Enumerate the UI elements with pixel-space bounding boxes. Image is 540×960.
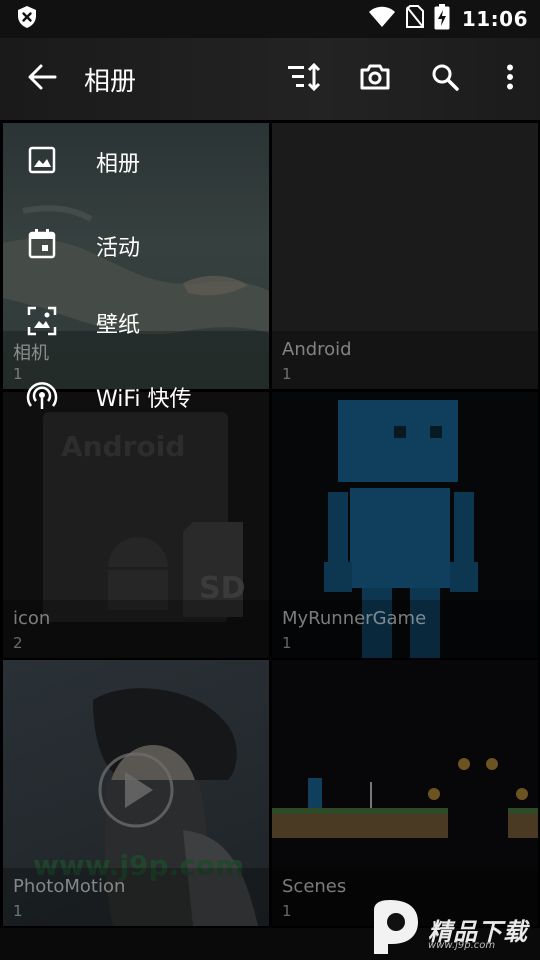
- j9p-logo-icon: [368, 898, 422, 960]
- image-icon: [28, 146, 56, 178]
- wifi-transfer-icon: [26, 380, 58, 414]
- sort-icon: [288, 62, 322, 95]
- site-watermark: 精品下载 www.j9p.com: [368, 898, 536, 960]
- album-name: Scenes: [282, 876, 347, 897]
- camera-icon: [359, 63, 391, 95]
- navigation-menu: 相册 活动 壁纸 WiFi 快传: [0, 120, 540, 440]
- back-button[interactable]: [0, 38, 84, 120]
- more-vert-icon: [506, 64, 514, 94]
- camera-button[interactable]: [340, 38, 410, 120]
- watermark-subtext: www.j9p.com: [428, 940, 496, 951]
- album-tile-photomotion[interactable]: www.j9p.com PhotoMotion 1: [3, 660, 269, 926]
- album-count: 1: [282, 634, 292, 652]
- menu-item-label: 活动: [96, 236, 141, 261]
- shield-x-icon: [16, 5, 38, 33]
- no-sim-icon: [405, 5, 424, 33]
- album-name: PhotoMotion: [13, 876, 126, 897]
- wallpaper-icon: [27, 306, 57, 340]
- menu-item-albums[interactable]: 相册: [0, 126, 300, 198]
- app-bar: 相册: [0, 38, 540, 120]
- album-name: icon: [13, 608, 51, 629]
- album-caption: MyRunnerGame 1: [272, 600, 538, 658]
- album-tile-scenes[interactable]: Scenes 1: [272, 660, 538, 926]
- menu-item-label: WiFi 快传: [96, 387, 192, 412]
- calendar-icon: [28, 229, 56, 263]
- menu-item-wallpaper[interactable]: 壁纸: [0, 287, 300, 359]
- wifi-icon: [368, 6, 396, 32]
- album-caption: icon 2: [3, 600, 269, 658]
- more-options-button[interactable]: [480, 38, 540, 120]
- battery-charging-icon: [434, 4, 450, 34]
- menu-item-events[interactable]: 活动: [0, 210, 300, 282]
- menu-item-wifi-transfer[interactable]: WiFi 快传: [0, 361, 300, 433]
- status-bar: 11:06: [0, 0, 540, 38]
- clock: 11:06: [461, 7, 528, 31]
- sort-button[interactable]: [270, 38, 340, 120]
- album-count: 1: [13, 902, 23, 920]
- album-caption: PhotoMotion 1: [3, 868, 269, 926]
- search-button[interactable]: [410, 38, 480, 120]
- arrow-back-icon: [27, 63, 57, 95]
- album-count: 1: [282, 902, 292, 920]
- search-icon: [431, 63, 459, 95]
- page-title: 相册: [84, 66, 137, 97]
- menu-item-label: 壁纸: [96, 313, 141, 338]
- menu-item-label: 相册: [96, 152, 141, 177]
- album-count: 2: [13, 634, 23, 652]
- album-name: MyRunnerGame: [282, 608, 427, 629]
